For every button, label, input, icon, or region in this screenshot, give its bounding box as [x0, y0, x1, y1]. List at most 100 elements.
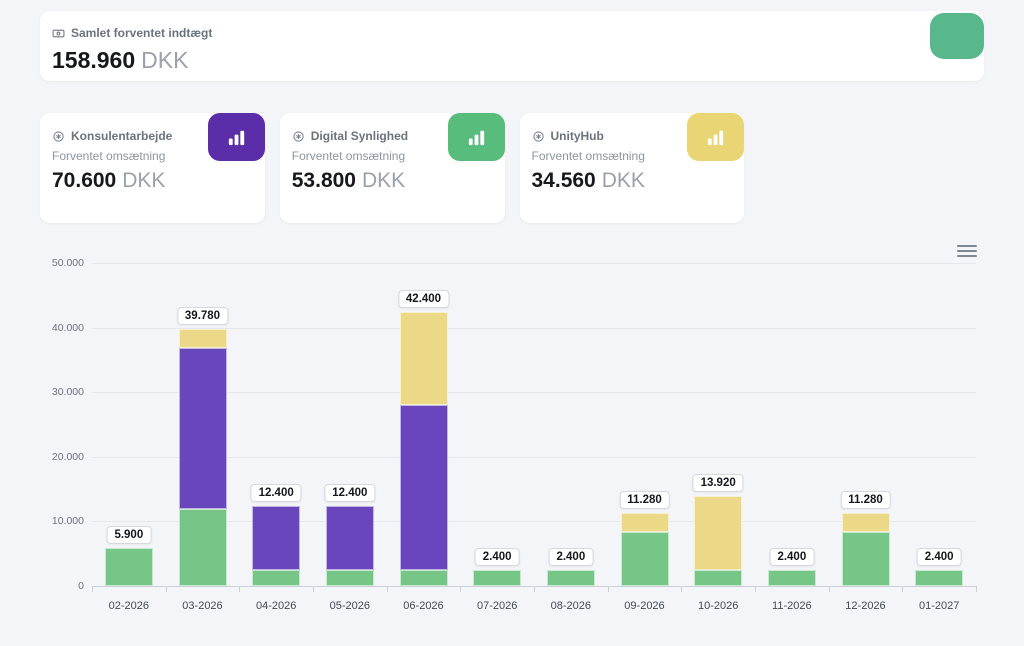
x-axis-label: 05-2026	[313, 600, 387, 612]
axis-tick	[239, 586, 240, 592]
y-axis-label: 10.000	[40, 515, 84, 527]
axis-tick	[92, 586, 93, 592]
badge-icon	[532, 130, 545, 143]
bar-segment-digital-synlighed[interactable]	[842, 532, 890, 586]
axis-tick	[755, 586, 756, 592]
product-card-subtitle: Forventet omsætning	[292, 149, 405, 163]
bar-segment-digital-synlighed[interactable]	[179, 509, 227, 586]
axis-tick	[829, 586, 830, 592]
product-card-subtitle: Forventet omsætning	[52, 149, 165, 163]
product-card-header: UnityHub	[532, 129, 604, 143]
summary-currency: DKK	[141, 47, 188, 73]
bar-segment-digital-synlighed[interactable]	[621, 532, 669, 586]
product-card-value-row: 70.600 DKK	[52, 169, 165, 193]
product-card-title: UnityHub	[551, 129, 604, 143]
bar-segment-digital-synlighed[interactable]	[252, 570, 300, 586]
bar-segment-konsulentarbejde[interactable]	[326, 506, 374, 571]
product-card-currency: DKK	[602, 169, 645, 192]
product-card-subtitle: Forventet omsætning	[532, 149, 645, 163]
product-card: Konsulentarbejde Forventet omsætning 70.…	[40, 113, 265, 223]
summary-value-row: 158.960DKK	[52, 47, 188, 74]
y-axis-label: 40.000	[40, 322, 84, 334]
bar-total-label: 2.400	[769, 548, 814, 566]
product-card: Digital Synlighed Forventet omsætning 53…	[280, 113, 505, 223]
axis-tick	[902, 586, 903, 592]
x-axis-label: 02-2026	[92, 600, 166, 612]
gridline	[92, 263, 976, 264]
bar-total-label: 11.280	[840, 491, 891, 509]
bar-segment-digital-synlighed[interactable]	[326, 570, 374, 586]
chart-column-icon	[704, 126, 727, 149]
bar-segment-digital-synlighed[interactable]	[768, 570, 816, 586]
product-card-value: 34.560	[532, 169, 596, 192]
product-card-accent-badge	[208, 113, 265, 161]
bar-segment-unityhub[interactable]	[621, 513, 669, 532]
summary-accent-tab	[930, 13, 984, 59]
badge-icon	[52, 130, 65, 143]
bar-total-label: 12.400	[324, 484, 375, 502]
hamburger-menu-icon[interactable]	[956, 242, 978, 260]
banknote-icon	[52, 27, 65, 40]
bar-segment-unityhub[interactable]	[179, 329, 227, 348]
y-axis-label: 50.000	[40, 257, 84, 269]
product-card-currency: DKK	[122, 169, 165, 192]
axis-tick	[681, 586, 682, 592]
bar-total-label: 11.280	[619, 491, 670, 509]
x-axis-label: 04-2026	[239, 600, 313, 612]
product-card-accent-badge	[687, 113, 744, 161]
bar-total-label: 2.400	[475, 548, 520, 566]
bar-segment-digital-synlighed[interactable]	[400, 570, 448, 586]
axis-tick	[608, 586, 609, 592]
axis-tick	[313, 586, 314, 592]
product-card-value: 70.600	[52, 169, 116, 192]
chart-column-icon	[225, 126, 248, 149]
x-axis-label: 08-2026	[534, 600, 608, 612]
bar-segment-konsulentarbejde[interactable]	[179, 348, 227, 510]
x-axis-label: 03-2026	[166, 600, 240, 612]
summary-card: Samlet forventet indtægt 158.960DKK	[40, 11, 984, 81]
axis-tick	[534, 586, 535, 592]
bar-segment-digital-synlighed[interactable]	[105, 548, 153, 586]
product-card-currency: DKK	[362, 169, 405, 192]
x-axis-label: 09-2026	[608, 600, 682, 612]
bar-total-label: 12.400	[251, 484, 302, 502]
bar-segment-unityhub[interactable]	[694, 496, 742, 570]
bar-total-label: 5.900	[106, 526, 151, 544]
bar-total-label: 2.400	[548, 548, 593, 566]
axis-tick	[387, 586, 388, 592]
product-card-value-row: 34.560 DKK	[532, 169, 645, 193]
y-axis-label: 20.000	[40, 451, 84, 463]
bar-segment-unityhub[interactable]	[400, 312, 448, 405]
product-card-title: Konsulentarbejde	[71, 129, 172, 143]
y-axis-label: 0	[40, 580, 84, 592]
x-axis-label: 01-2027	[902, 600, 976, 612]
x-axis-label: 06-2026	[387, 600, 461, 612]
axis-tick	[166, 586, 167, 592]
product-card-header: Konsulentarbejde	[52, 129, 172, 143]
axis-tick	[976, 586, 977, 592]
summary-card-header: Samlet forventet indtægt	[52, 26, 212, 40]
bar-segment-digital-synlighed[interactable]	[547, 570, 595, 586]
chart-column-icon	[465, 126, 488, 149]
bar-total-label: 2.400	[917, 548, 962, 566]
summary-label: Samlet forventet indtægt	[71, 26, 212, 40]
bar-total-label: 39.780	[177, 307, 228, 325]
bar-total-label: 42.400	[398, 290, 449, 308]
bar-segment-unityhub[interactable]	[842, 513, 890, 532]
x-axis-label: 07-2026	[460, 600, 534, 612]
x-axis-label: 10-2026	[681, 600, 755, 612]
bar-segment-digital-synlighed[interactable]	[694, 570, 742, 586]
bar-segment-digital-synlighed[interactable]	[473, 570, 521, 586]
revenue-bar-chart: 010.00020.00030.00040.00050.0005.90002-2…	[40, 240, 984, 635]
product-cards-row: Konsulentarbejde Forventet omsætning 70.…	[40, 113, 984, 223]
product-card-header: Digital Synlighed	[292, 129, 408, 143]
bar-segment-digital-synlighed[interactable]	[915, 570, 963, 586]
bar-segment-konsulentarbejde[interactable]	[400, 405, 448, 570]
summary-value: 158.960	[52, 47, 135, 73]
bar-total-label: 13.920	[693, 474, 744, 492]
badge-icon	[292, 130, 305, 143]
product-card: UnityHub Forventet omsætning 34.560 DKK	[520, 113, 745, 223]
bar-segment-konsulentarbejde[interactable]	[252, 506, 300, 571]
product-card-accent-badge	[448, 113, 505, 161]
product-card-title: Digital Synlighed	[311, 129, 408, 143]
